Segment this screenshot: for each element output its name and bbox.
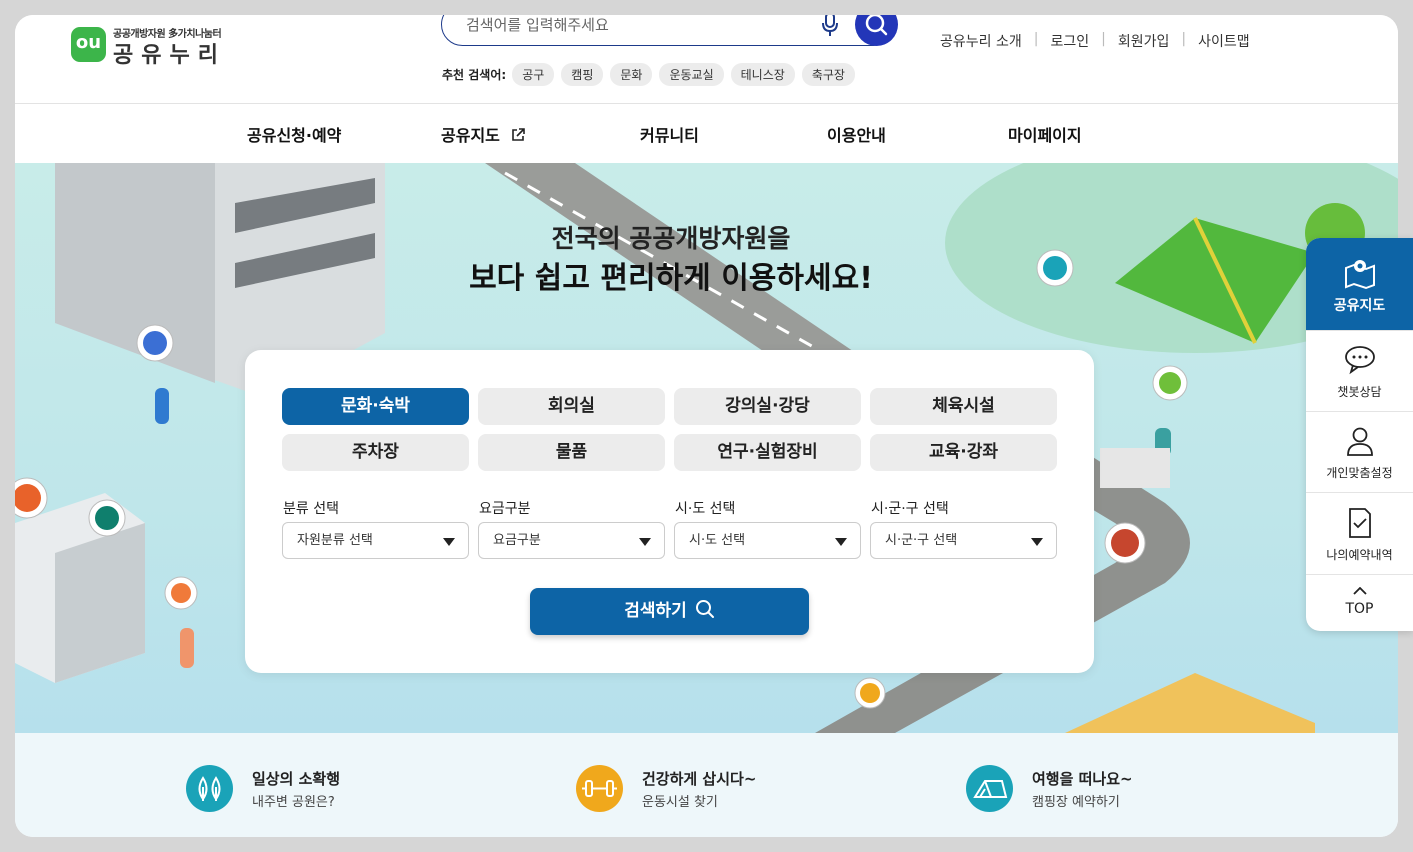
shortcut-title: 건강하게 삽시다~	[642, 770, 757, 788]
divider: |	[1101, 31, 1106, 47]
nav-item-guide[interactable]: 이용안내	[827, 122, 886, 146]
about-link[interactable]: 공유누리 소개	[940, 31, 1022, 51]
submit-search-label: 검색하기	[624, 601, 687, 621]
quick-menu-top-button[interactable]: TOP	[1306, 575, 1413, 631]
keyword-chip[interactable]: 캠핑	[561, 62, 604, 86]
quick-menu-personal-settings[interactable]: 개인맞춤설정	[1306, 412, 1413, 493]
search-icon	[865, 15, 888, 36]
filter-label-province: 시·도 선택	[675, 501, 736, 517]
dropdown-arrow-icon	[835, 538, 847, 546]
hero-section: 전국의 공공개방자원을 보다 쉽고 편리하게 이용하세요! 문화·숙박 회의실 …	[15, 163, 1398, 733]
microphone-icon[interactable]	[820, 15, 840, 38]
filter-label-fee: 요금구분	[479, 501, 531, 517]
fee-select[interactable]: 요금구분	[478, 522, 665, 559]
dropdown-arrow-icon	[1031, 538, 1043, 546]
keyword-chip[interactable]: 공구	[512, 62, 555, 86]
submit-search-button[interactable]: 검색하기	[530, 588, 809, 635]
search-card: 문화·숙박 회의실 강의실·강당 체육시설 주차장 물품 연구·실험장비 교육·…	[245, 350, 1094, 673]
search-button[interactable]	[855, 15, 898, 46]
nav-item-community[interactable]: 커뮤니티	[640, 122, 699, 146]
signup-link[interactable]: 회원가입	[1118, 31, 1170, 51]
quick-menu-label: TOP	[1345, 601, 1374, 617]
hero-title-line1: 전국의 공공개방자원을	[551, 224, 791, 253]
quick-menu-my-reservations[interactable]: 나의예약내역	[1306, 493, 1413, 575]
logo-title: 공유누리	[113, 43, 226, 68]
fee-select-value: 요금구분	[493, 533, 541, 548]
category-tab-lecture-hall[interactable]: 강의실·강당	[674, 388, 861, 425]
category-tab-sports[interactable]: 체육시설	[870, 388, 1057, 425]
category-tab-meeting-room[interactable]: 회의실	[478, 388, 665, 425]
category-tab-research[interactable]: 연구·실험장비	[674, 434, 861, 471]
category-select[interactable]: 자원분류 선택	[282, 522, 469, 559]
nav-item-mypage[interactable]: 마이페이지	[1008, 122, 1082, 146]
shortcut-subtitle: 운동시설 찾기	[642, 795, 718, 810]
category-tab-goods[interactable]: 물품	[478, 434, 665, 471]
search-box	[441, 15, 898, 46]
sitemap-link[interactable]: 사이트맵	[1198, 31, 1250, 51]
shortcut-strip: 일상의 소확행 내주변 공원은? 건강하게 삽시다~ 운동시설 찾기 여행을 떠…	[15, 733, 1398, 837]
chat-bubble-icon	[1345, 346, 1375, 375]
keyword-chip[interactable]: 문화	[610, 62, 653, 86]
quick-menu-chatbot[interactable]: 챗봇상담	[1306, 331, 1413, 412]
user-icon	[1347, 427, 1373, 456]
divider: |	[1033, 31, 1039, 47]
quick-menu-label: 개인맞춤설정	[1326, 466, 1393, 480]
district-select-value: 시·군·구 선택	[885, 533, 958, 548]
recommend-label: 추천 검색어:	[442, 67, 507, 82]
keyword-chip[interactable]: 테니스장	[730, 62, 795, 86]
quick-menu-label: 나의예약내역	[1326, 548, 1393, 562]
category-tab-parking[interactable]: 주차장	[282, 434, 469, 471]
category-tab-culture[interactable]: 문화·숙박	[282, 388, 469, 425]
nav-item-map-label: 공유지도	[441, 126, 500, 145]
login-link[interactable]: 로그인	[1050, 31, 1089, 51]
filter-label-district: 시·군·구 선택	[871, 501, 949, 517]
utility-links: 공유누리 소개 | 로그인 | 회원가입 | 사이트맵	[940, 31, 1250, 51]
district-select[interactable]: 시·군·구 선택	[870, 522, 1057, 559]
province-select-value: 시·도 선택	[689, 533, 746, 548]
header: ou 공공개방자원 多가치나눔터 공유누리 추천 검색어: 공구 캠핑 문화	[15, 15, 1398, 103]
keyword-chip[interactable]: 축구장	[801, 62, 855, 86]
quick-menu-map[interactable]: 공유지도	[1306, 238, 1413, 331]
province-select[interactable]: 시·도 선택	[674, 522, 861, 559]
category-select-value: 자원분류 선택	[297, 533, 373, 548]
dropdown-arrow-icon	[639, 538, 651, 546]
quick-menu-label: 챗봇상담	[1337, 385, 1382, 399]
quick-menu: 공유지도 챗봇상담 개인맞춤설정 나의예약내역 TOP	[1306, 238, 1413, 631]
hero-title-line2: 보다 쉽고 편리하게 이용하세요!	[469, 261, 873, 296]
tent-icon	[966, 765, 1013, 812]
quick-menu-label: 공유지도	[1333, 298, 1386, 314]
search-icon	[695, 600, 714, 618]
dumbbell-icon	[576, 765, 623, 812]
logo-mark: ou	[71, 27, 106, 62]
main-navigation: 공유신청·예약 공유지도 커뮤니티 이용안내 마이페이지	[15, 103, 1398, 163]
search-input[interactable]	[466, 15, 796, 36]
divider: |	[1181, 31, 1187, 47]
keyword-chip[interactable]: 운동교실	[659, 62, 724, 86]
logo[interactable]: ou 공공개방자원 多가치나눔터 공유누리	[71, 25, 241, 68]
shortcut-subtitle: 내주변 공원은?	[252, 795, 335, 810]
shortcut-title: 일상의 소확행	[252, 770, 341, 788]
external-link-icon	[512, 128, 526, 141]
nav-item-apply[interactable]: 공유신청·예약	[247, 122, 341, 146]
page-frame: ou 공공개방자원 多가치나눔터 공유누리 추천 검색어: 공구 캠핑 문화	[15, 15, 1398, 837]
filter-label-category: 분류 선택	[283, 501, 339, 517]
document-check-icon	[1349, 508, 1371, 538]
category-tab-education[interactable]: 교육·강좌	[870, 434, 1057, 471]
shortcut-title: 여행을 떠나요~	[1032, 770, 1133, 788]
nav-item-map[interactable]: 공유지도	[441, 122, 526, 146]
park-icon	[186, 765, 233, 812]
chevron-up-icon	[1353, 587, 1367, 595]
map-pin-icon	[1345, 260, 1375, 290]
shortcut-subtitle: 캠핑장 예약하기	[1032, 795, 1120, 810]
dropdown-arrow-icon	[443, 538, 455, 546]
recommended-keywords: 추천 검색어: 공구 캠핑 문화 운동교실 테니스장 축구장	[442, 62, 862, 86]
